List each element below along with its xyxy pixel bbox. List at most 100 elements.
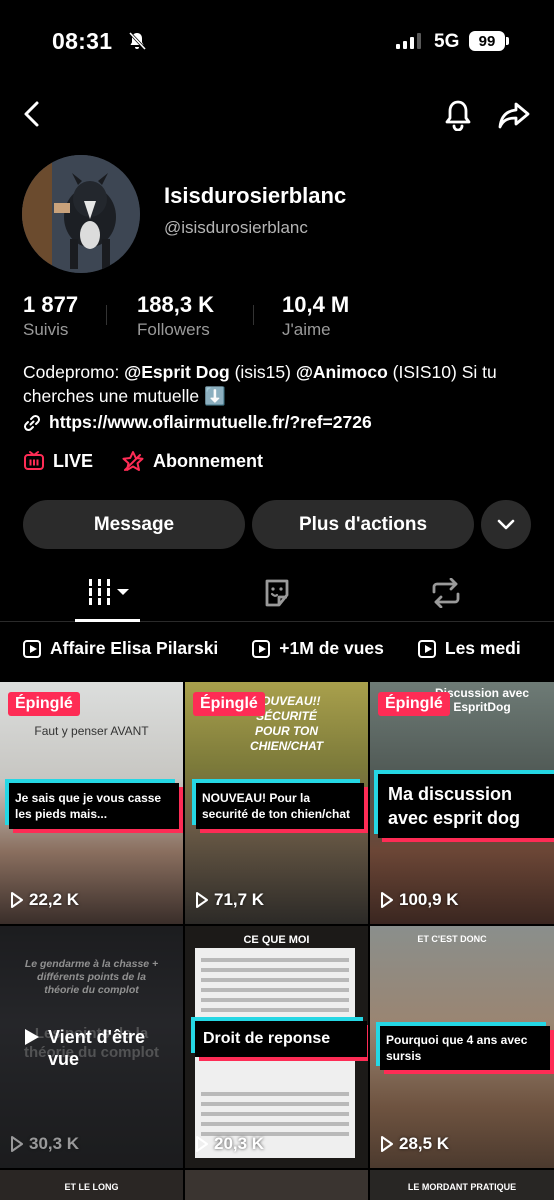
play-icon: [11, 1136, 23, 1152]
bell-icon: [445, 100, 471, 131]
play-icon: [381, 1136, 393, 1152]
stat-divider: [106, 305, 107, 325]
dog-photo: [22, 155, 140, 273]
share-arrow-icon: [498, 102, 530, 129]
bell-off-icon: [128, 31, 147, 51]
view-count-label: 100,9 K: [399, 890, 459, 909]
following-count[interactable]: 1 877: [23, 292, 78, 318]
video-tile[interactable]: Le gendarme à la chasse + différents poi…: [0, 926, 183, 1168]
view-count: 100,9 K: [380, 890, 459, 910]
playlist-label: Affaire Elisa Pilarski: [50, 638, 219, 658]
bio-code: (isis15): [229, 362, 296, 382]
grid-feed-icon: [87, 579, 129, 605]
video-tile[interactable]: ET LE LONG: [0, 1170, 183, 1200]
battery-icon: 99: [469, 31, 505, 51]
pinned-badge: Épinglé: [8, 692, 80, 716]
bio-link-text[interactable]: https://www.oflairmutuelle.fr/?ref=2726: [49, 412, 372, 433]
video-tile[interactable]: NOUVEAU!! SÉCURITÉ POUR TON CHIEN/CHAT É…: [185, 682, 368, 924]
view-count: 28,5 K: [380, 1134, 449, 1154]
view-count: 20,3 K: [195, 1134, 264, 1154]
view-count-label: 22,2 K: [29, 890, 80, 909]
subscription-star-icon: [122, 451, 144, 471]
avatar[interactable]: [22, 155, 140, 273]
bio-mention-animoco[interactable]: @Animoco: [296, 362, 388, 382]
playlist-play-icon: [252, 639, 271, 658]
play-icon: [196, 892, 208, 908]
video-top-text: LE MORDANT PRATIQUE: [407, 1182, 517, 1192]
chevron-down-icon: [497, 519, 515, 529]
bio: Codepromo: @Esprit Dog (isis15) @Animoco…: [23, 360, 533, 408]
play-icon: [196, 1136, 208, 1152]
suggestions-toggle-button[interactable]: [481, 500, 531, 549]
live-label[interactable]: LIVE: [53, 451, 93, 472]
video-tile[interactable]: [185, 1170, 368, 1200]
tab-reposts-stickers[interactable]: [262, 578, 292, 613]
video-tile[interactable]: LE MORDANT PRATIQUE: [370, 1170, 554, 1200]
sticker-smile-icon: [265, 579, 289, 607]
pinned-badge: Épinglé: [193, 692, 265, 716]
pinned-badge: Épinglé: [378, 692, 450, 716]
active-tab-indicator: [75, 619, 140, 622]
video-caption: Je sais que je vous casse les pieds mais…: [9, 783, 179, 829]
play-icon: [381, 892, 393, 908]
notifications-button[interactable]: [443, 99, 473, 131]
video-tile[interactable]: CE QUE MOI Droit de reponse 20,3 K: [185, 926, 368, 1168]
playlist-row: Affaire Elisa Pilarski +1M de vues Les m…: [23, 638, 521, 659]
profile-extras: LIVE Abonnement: [23, 450, 263, 472]
video-caption: Pourquoi que 4 ans avec sursis: [380, 1026, 550, 1070]
bio-mention-espritdog[interactable]: @Esprit Dog: [124, 362, 230, 382]
video-caption: Droit de reponse: [195, 1021, 367, 1057]
more-actions-button[interactable]: Plus d'actions: [252, 500, 474, 549]
stat-divider: [253, 305, 254, 325]
playlist-label: +1M de vues: [279, 638, 384, 658]
likes-count[interactable]: 10,4 M: [282, 292, 349, 318]
back-button[interactable]: [20, 100, 44, 128]
handle: @isisdurosierblanc: [164, 218, 308, 237]
battery-nub: [506, 37, 509, 45]
share-button[interactable]: [497, 100, 531, 130]
followers-count[interactable]: 188,3 K: [137, 292, 214, 318]
view-count-label: 30,3 K: [29, 1134, 80, 1153]
chevron-left-icon: [24, 101, 39, 127]
status-time: 08:31: [52, 28, 113, 54]
playlist-chip[interactable]: Les medi: [417, 638, 521, 659]
view-count-label: 28,5 K: [399, 1134, 450, 1153]
followers-label[interactable]: Followers: [137, 320, 210, 340]
video-top-text: CE QUE MOI: [243, 934, 310, 946]
just-watched-text: Vient d'être vue: [48, 1027, 145, 1069]
following-label[interactable]: Suivis: [23, 320, 68, 340]
play-icon: [11, 892, 23, 908]
view-count: 22,2 K: [10, 890, 79, 910]
tab-videos[interactable]: [86, 577, 132, 612]
bio-prefix: Codepromo:: [23, 362, 125, 382]
view-count-label: 20,3 K: [214, 1134, 265, 1153]
video-tile[interactable]: Discussion avec EspritDog Épinglé Ma dis…: [370, 682, 554, 924]
likes-label[interactable]: J'aime: [282, 320, 331, 340]
playlist-play-icon: [417, 639, 436, 658]
playlist-label: Les medi: [444, 638, 521, 658]
view-count: 30,3 K: [10, 1134, 79, 1154]
signal-icon: [396, 33, 421, 49]
video-caption: Ma discussion avec esprit dog: [378, 774, 554, 838]
subscription-label[interactable]: Abonnement: [153, 451, 263, 472]
video-top-text: Faut y penser AVANT: [34, 724, 149, 738]
video-top-text: ET LE LONG: [64, 1182, 119, 1192]
play-filled-icon: [25, 1029, 39, 1045]
network-label: 5G: [434, 31, 460, 52]
display-name: Isisdurosierblanc: [164, 183, 347, 208]
live-tv-icon: [24, 451, 44, 470]
video-tile[interactable]: Faut y penser AVANT Épinglé Je sais que …: [0, 682, 183, 924]
view-count: 71,7 K: [195, 890, 264, 910]
video-top-text: ET C'EST DONC: [417, 934, 487, 944]
video-tile[interactable]: ET C'EST DONC Pourquoi que 4 ans avec su…: [370, 926, 554, 1168]
tab-reposts[interactable]: [430, 577, 462, 613]
video-caption: NOUVEAU! Pour la securité de ton chien/c…: [196, 783, 364, 829]
bio-link[interactable]: https://www.oflairmutuelle.fr/?ref=2726: [23, 412, 372, 433]
just-watched-label: Vient d'être vue: [24, 1026, 168, 1070]
view-count-label: 71,7 K: [214, 890, 265, 909]
message-button[interactable]: Message: [23, 500, 245, 549]
playlist-chip[interactable]: Affaire Elisa Pilarski: [23, 638, 218, 659]
link-icon: [23, 414, 41, 431]
playlist-play-icon: [23, 639, 41, 658]
playlist-chip[interactable]: +1M de vues: [252, 638, 384, 659]
